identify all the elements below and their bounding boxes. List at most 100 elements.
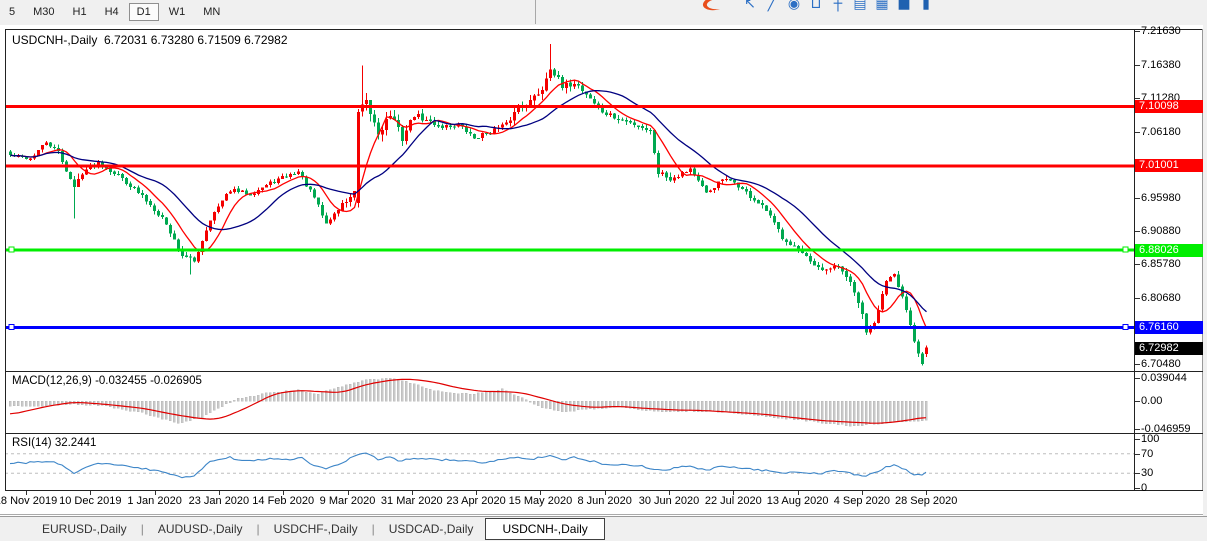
hline-6.88026[interactable] bbox=[5, 249, 1134, 252]
candle bbox=[677, 177, 680, 178]
candle bbox=[241, 191, 244, 192]
candle bbox=[893, 274, 896, 277]
price-tick-label: 6.70480 bbox=[1141, 358, 1181, 370]
rsi-separator bbox=[5, 433, 1203, 434]
candle bbox=[537, 94, 540, 95]
candle bbox=[125, 178, 128, 184]
line-handle[interactable] bbox=[1123, 247, 1128, 252]
rsi-tick bbox=[1135, 439, 1140, 440]
cross-tool-icon[interactable]: ┼ bbox=[830, 0, 846, 14]
candle bbox=[725, 179, 728, 180]
candle bbox=[673, 177, 676, 180]
candle bbox=[177, 240, 180, 249]
candle bbox=[117, 174, 120, 175]
tile-windows-icon[interactable]: ▦ bbox=[874, 0, 890, 14]
tab-usdcnh[interactable]: USDCNH-,Daily bbox=[485, 518, 604, 540]
candle bbox=[825, 269, 828, 270]
chart-window[interactable]: USDCNH-,Daily 6.72031 6.73280 6.71509 6.… bbox=[0, 25, 1207, 516]
candle bbox=[273, 182, 276, 183]
candle bbox=[685, 172, 688, 173]
candle bbox=[473, 134, 476, 139]
candle bbox=[277, 179, 280, 183]
candle bbox=[569, 83, 572, 87]
line-handle[interactable] bbox=[9, 324, 14, 329]
candle bbox=[877, 310, 880, 323]
candle bbox=[317, 198, 320, 205]
timeframe-button-d1[interactable]: D1 bbox=[129, 3, 159, 21]
candle bbox=[365, 100, 368, 104]
toolbar: 5M30H1H4D1W1MN ↖ ╱ ◉ ⊔ ┼ ▤ ▦ ■ ▮ bbox=[0, 0, 1207, 26]
hline-6.76160[interactable] bbox=[5, 326, 1134, 329]
candle bbox=[113, 172, 116, 175]
timeframe-button-h1[interactable]: H1 bbox=[65, 3, 95, 21]
candle bbox=[669, 177, 672, 181]
candle bbox=[213, 212, 216, 220]
price-tick bbox=[1135, 65, 1140, 66]
time-tick-label: 18 Nov 2019 bbox=[0, 495, 57, 507]
candle bbox=[917, 341, 920, 353]
timeframe-toolbar: 5M30H1H4D1W1MN bbox=[0, 0, 229, 24]
candle bbox=[785, 239, 788, 242]
rsi-tick bbox=[1135, 473, 1140, 474]
candle bbox=[773, 216, 776, 222]
price-tick-label: 6.85780 bbox=[1141, 258, 1181, 270]
candle bbox=[925, 348, 928, 354]
candle bbox=[425, 120, 428, 121]
magnet-icon[interactable]: ⊔ bbox=[808, 0, 824, 14]
price-tick-label: 6.95980 bbox=[1141, 192, 1181, 204]
bar-chart-icon[interactable]: ▮ bbox=[918, 0, 934, 14]
toolbar-icons: ↖ ╱ ◉ ⊔ ┼ ▤ ▦ ■ ▮ bbox=[698, 0, 934, 16]
tab-usdchf[interactable]: USDCHF-,Daily bbox=[262, 519, 370, 539]
timeframe-button-m30[interactable]: M30 bbox=[25, 3, 62, 21]
candle bbox=[205, 230, 208, 241]
indicator-icon[interactable]: ■ bbox=[896, 0, 912, 14]
candle bbox=[741, 187, 744, 189]
candle bbox=[609, 114, 612, 115]
tab-separator: | bbox=[141, 522, 144, 536]
candle bbox=[193, 258, 196, 262]
candle bbox=[269, 182, 272, 185]
candle bbox=[805, 253, 808, 256]
time-tick-label: 10 Dec 2019 bbox=[59, 495, 121, 507]
candle bbox=[469, 132, 472, 133]
rsi-tick-label: 0 bbox=[1141, 482, 1147, 494]
timeframe-button-w1[interactable]: W1 bbox=[161, 3, 194, 21]
macd-tick bbox=[1135, 401, 1140, 402]
hline-7.01001[interactable] bbox=[5, 164, 1134, 167]
candle bbox=[141, 193, 144, 195]
candle bbox=[853, 282, 856, 292]
chart-window-icon[interactable]: ▤ bbox=[852, 0, 868, 14]
candle bbox=[29, 159, 32, 160]
rsi-tick-label: 70 bbox=[1141, 448, 1153, 460]
candle bbox=[149, 201, 152, 205]
timeframe-button-5[interactable]: 5 bbox=[1, 3, 23, 21]
rsi-tick bbox=[1135, 488, 1140, 489]
candle bbox=[313, 189, 316, 197]
candle bbox=[441, 126, 444, 128]
tab-audusd[interactable]: AUDUSD-,Daily bbox=[146, 519, 255, 539]
candle bbox=[321, 205, 324, 215]
line-handle[interactable] bbox=[9, 247, 14, 252]
time-tick-label: 31 Mar 2020 bbox=[381, 495, 443, 507]
line-handle[interactable] bbox=[1123, 324, 1128, 329]
tab-usdcad[interactable]: USDCAD-,Daily bbox=[377, 519, 486, 539]
candle bbox=[649, 130, 652, 131]
broker-logo-icon[interactable] bbox=[698, 0, 736, 14]
candle bbox=[481, 133, 484, 138]
candle bbox=[653, 130, 656, 153]
tab-eurusd[interactable]: EURUSD-,Daily bbox=[30, 519, 139, 539]
timeframe-button-h4[interactable]: H4 bbox=[97, 3, 127, 21]
candle bbox=[873, 323, 876, 326]
candle bbox=[533, 96, 536, 101]
candle bbox=[849, 276, 852, 281]
price-tick-label: 7.21630 bbox=[1141, 25, 1181, 37]
hline-7.10098[interactable] bbox=[5, 105, 1134, 108]
candle bbox=[781, 229, 784, 238]
timeframe-button-mn[interactable]: MN bbox=[195, 3, 228, 21]
time-tick-label: 23 Jan 2020 bbox=[189, 495, 250, 507]
trendline-icon[interactable]: ╱ bbox=[764, 0, 780, 14]
cursor-icon[interactable]: ↖ bbox=[742, 0, 758, 14]
candle bbox=[665, 173, 668, 178]
crosshair-icon[interactable]: ◉ bbox=[786, 0, 802, 14]
price-tick bbox=[1135, 198, 1140, 199]
